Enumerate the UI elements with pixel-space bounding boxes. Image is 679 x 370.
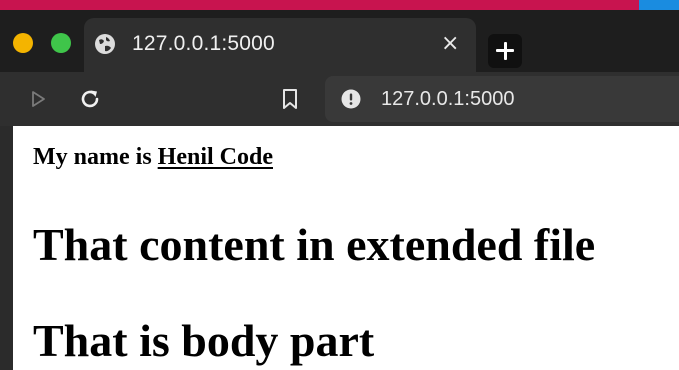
minimize-button[interactable] xyxy=(13,33,33,53)
window-top-strip xyxy=(0,0,679,10)
new-tab-button[interactable] xyxy=(488,34,522,68)
globe-icon xyxy=(95,34,115,54)
heading-body-part: That is body part xyxy=(33,315,375,366)
heading-extended-content: That content in extended file xyxy=(33,219,596,270)
browser-tab[interactable]: 127.0.0.1:5000 × xyxy=(84,18,476,72)
reload-icon[interactable] xyxy=(78,87,102,111)
browser-toolbar: 127.0.0.1:5000 xyxy=(0,72,679,126)
address-bar[interactable]: 127.0.0.1:5000 xyxy=(325,76,679,122)
name-prefix: My name is xyxy=(33,144,158,170)
tab-bar: 127.0.0.1:5000 × xyxy=(0,10,679,72)
window-top-strip-accent xyxy=(639,0,679,10)
close-icon[interactable]: × xyxy=(441,31,459,56)
maximize-button[interactable] xyxy=(51,33,71,53)
name-line: My name is Henil Code xyxy=(33,144,273,171)
info-icon[interactable] xyxy=(341,89,361,109)
bookmark-icon[interactable] xyxy=(279,87,301,111)
url-text[interactable]: 127.0.0.1:5000 xyxy=(381,88,514,111)
tab-title: 127.0.0.1:5000 xyxy=(132,32,275,55)
page-content: My name is Henil Code That content in ex… xyxy=(13,126,679,370)
play-icon[interactable] xyxy=(28,89,48,109)
name-value: Henil Code xyxy=(157,144,273,170)
